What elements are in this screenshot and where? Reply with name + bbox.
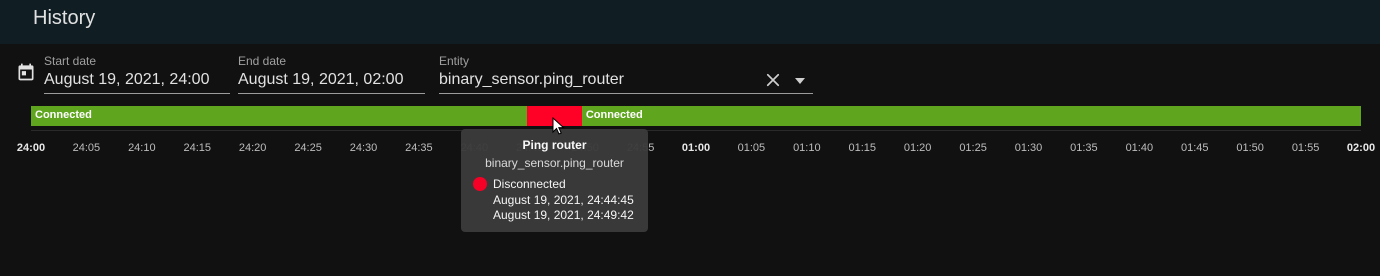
mouse-pointer-icon (552, 117, 565, 135)
timeline-tick-labels: 24:00 24:05 24:10 24:15 24:20 24:25 24:30 24:35… (0, 142, 1380, 156)
timeline-segment-connected[interactable]: Connected (31, 106, 527, 126)
end-date-value[interactable]: August 19, 2021, 02:00 (238, 71, 403, 89)
close-icon[interactable] (764, 71, 782, 89)
tick-label: 02:00 (1346, 142, 1376, 154)
tooltip-state: Disconnected (493, 177, 566, 191)
tick-label: 01:55 (1291, 142, 1320, 154)
tick-label: 24:25 (294, 142, 322, 154)
timeline-axis (31, 130, 1361, 131)
tick-label: 24:30 (349, 142, 378, 154)
tick-label: 01:40 (1125, 142, 1154, 154)
timeline-segment-label: Connected (585, 109, 643, 121)
timeline-segment-connected[interactable]: Connected (581, 106, 1361, 126)
tick-label: 01:20 (903, 142, 932, 154)
tick-label: 24:20 (238, 142, 267, 154)
tick-label: 24:05 (72, 142, 101, 154)
calendar-icon[interactable] (16, 62, 36, 82)
tick-label: 01:45 (1180, 142, 1209, 154)
tick-label: 01:35 (1070, 142, 1098, 154)
tick-label: 01:05 (737, 142, 766, 154)
start-date-field[interactable]: Start date August 19, 2021, 24:00 (44, 54, 230, 94)
app-header: History (0, 0, 1380, 44)
tooltip-title: Ping router (522, 138, 587, 152)
state-color-swatch (473, 177, 487, 191)
tooltip-entity: binary_sensor.ping_router (485, 156, 624, 170)
tick-label: 24:10 (128, 142, 156, 154)
tick-label: 01:30 (1014, 142, 1043, 154)
end-date-label: End date (238, 54, 287, 68)
tooltip-start-time: August 19, 2021, 24:44:45 (493, 193, 634, 207)
tick-label: 01:00 (681, 142, 711, 154)
start-date-value[interactable]: August 19, 2021, 24:00 (44, 71, 209, 89)
tick-label: 01:25 (959, 142, 987, 154)
page-title: History (33, 7, 96, 29)
tick-label: 24:35 (405, 142, 433, 154)
tooltip-end-time: August 19, 2021, 24:49:42 (493, 208, 634, 222)
tick-label: 24:00 (16, 142, 46, 154)
chevron-down-icon[interactable] (792, 76, 808, 86)
entity-picker[interactable]: Entity binary_sensor.ping_router (439, 54, 813, 94)
tick-label: 01:10 (793, 142, 821, 154)
tick-label: 24:15 (183, 142, 212, 154)
entity-value[interactable]: binary_sensor.ping_router (439, 71, 624, 89)
tick-label: 01:15 (848, 142, 877, 154)
start-date-label: Start date (44, 54, 97, 68)
history-timeline[interactable]: Connected Connected (31, 106, 1361, 126)
end-date-field[interactable]: End date August 19, 2021, 02:00 (238, 54, 425, 94)
timeline-tooltip: Ping router binary_sensor.ping_router Di… (461, 129, 648, 232)
tick-label: 01:50 (1236, 142, 1264, 154)
timeline-segment-label: Connected (35, 109, 92, 121)
entity-label: Entity (439, 54, 470, 68)
